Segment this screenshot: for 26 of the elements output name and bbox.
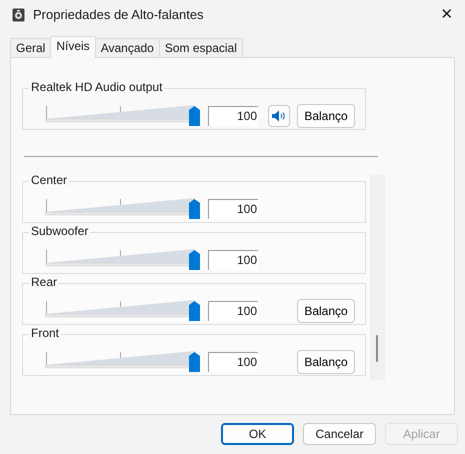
balance-button[interactable]: Balanço	[297, 104, 355, 128]
slider-thumb[interactable]	[189, 106, 200, 126]
dialog-button[interactable]: Cancelar	[303, 423, 376, 445]
slider-thumb[interactable]	[189, 199, 200, 219]
level-field[interactable]: 100	[208, 250, 258, 270]
tab[interactable]: Níveis	[50, 36, 96, 58]
close-button[interactable]: ✕	[429, 4, 465, 26]
mute-button[interactable]	[268, 105, 290, 127]
slider-thumb[interactable]	[189, 250, 200, 270]
speaker-icon	[12, 8, 25, 22]
level-field[interactable]: 100	[208, 352, 258, 372]
balance-button[interactable]: Balanço	[297, 299, 355, 323]
slider-thumb[interactable]	[189, 352, 200, 372]
level-field[interactable]: 100	[208, 301, 258, 321]
tab[interactable]: Som espacial	[158, 38, 243, 57]
ok-button[interactable]: OK	[221, 423, 294, 445]
window-title: Propriedades de Alto-falantes	[33, 6, 204, 24]
tab[interactable]: Avançado	[94, 38, 160, 57]
tab[interactable]: Geral	[10, 38, 52, 57]
balance-button[interactable]: Balanço	[297, 350, 355, 374]
level-field[interactable]: 100	[208, 106, 258, 126]
level-field[interactable]: 100	[208, 199, 258, 219]
group-label: Realtek HD Audio output	[29, 80, 164, 95]
slider-thumb[interactable]	[189, 301, 200, 321]
speaker-icon	[272, 110, 286, 122]
scrollbar[interactable]	[370, 175, 385, 380]
